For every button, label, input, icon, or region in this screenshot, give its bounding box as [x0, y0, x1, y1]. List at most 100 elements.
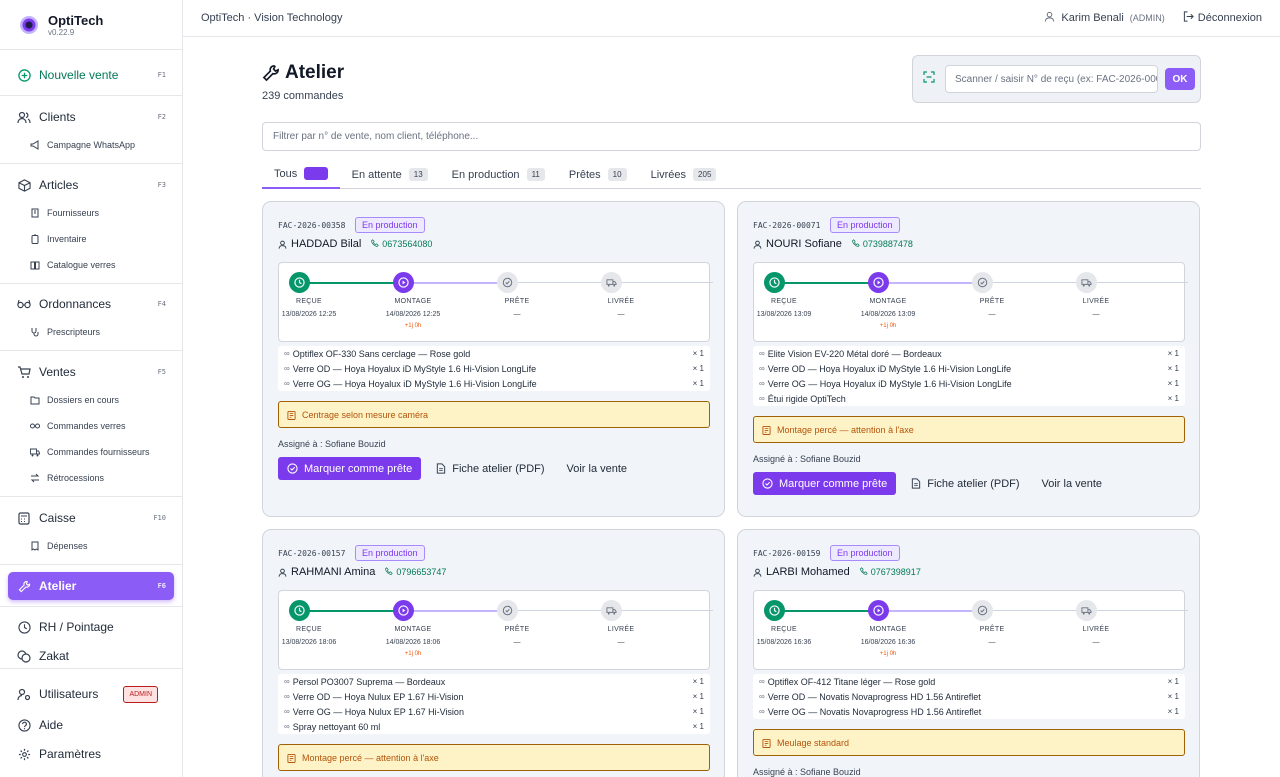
user-role: (ADMIN) — [1129, 13, 1165, 23]
item-qty: × 1 — [692, 692, 704, 701]
sidebar-item-ventes[interactable]: Ventes F5 — [8, 358, 174, 386]
timeline-step-2 — [868, 600, 889, 621]
sidebar-subitem-inventaire[interactable]: Inventaire — [30, 228, 87, 250]
workshop-pdf-button[interactable]: Fiche atelier (PDF) — [911, 478, 1020, 490]
timeline-step-3 — [497, 600, 518, 621]
user-icon — [753, 568, 762, 577]
timeline-line-active — [888, 610, 982, 612]
shortcut-key: F4 — [157, 300, 166, 308]
items-list: ∞ Elite Vision EV-220 Métal doré — Bordea… — [753, 346, 1185, 406]
timeline-line-done — [309, 610, 403, 612]
timeline-line-active — [413, 282, 507, 284]
timeline-step-date: 13/08/2026 18:06 — [281, 639, 337, 646]
list-item: ∞ Verre OG — Hoya Nulux EP 1.67 Hi-Vision… — [284, 706, 704, 717]
item-qty: × 1 — [1167, 692, 1179, 701]
list-item: ∞ Verre OG — Hoya Hoyalux iD MyStyle 1.6 … — [284, 378, 704, 389]
workshop-note: Meulage standard — [753, 729, 1185, 756]
list-item: ∞ Elite Vision EV-220 Métal doré — Bordea… — [759, 348, 1179, 359]
timeline-step-label: LIVRÉE — [607, 298, 635, 305]
sidebar-item-users[interactable]: Utilisateurs ADMIN — [8, 680, 174, 708]
glasses-icon — [17, 297, 31, 311]
list-item: ∞ Verre OG — Novatis Novaprogress HD 1.56… — [759, 706, 1179, 717]
sidebar-item-aide[interactable]: Aide — [8, 711, 174, 739]
sidebar-item-label: Zakat — [39, 649, 70, 663]
tab-pretes[interactable]: Prêtes 10 — [557, 160, 639, 189]
glasses-icon: ∞ — [284, 722, 290, 731]
sidebar-item-label: Clients — [39, 110, 76, 124]
items-list: ∞ Optiflex OF-412 Titane léger — Rose gol… — [753, 674, 1185, 719]
sidebar-item-clients[interactable]: Clients F2 — [8, 103, 174, 131]
timeline-step-date: 14/08/2026 18:06 — [385, 639, 441, 646]
progress-timeline: REÇUE 13/08/2026 12:25 MONTAGE 14/08/2026 1… — [278, 262, 713, 342]
view-sale-link[interactable]: Voir la vente — [567, 463, 628, 475]
client-phone[interactable]: 0673564080 — [371, 239, 432, 249]
play-icon — [873, 605, 884, 616]
timeline-step-date: — — [988, 639, 996, 646]
timeline-delay: +1j 0h — [404, 323, 422, 329]
timeline-step-date: — — [988, 311, 996, 318]
client-phone[interactable]: 0767398917 — [859, 567, 921, 577]
sidebar-item-ordonnances[interactable]: Ordonnances F4 — [8, 290, 174, 318]
sidebar-item-zakat[interactable]: Zakat — [8, 642, 174, 670]
glasses-icon: ∞ — [284, 349, 290, 358]
list-item: ∞ Verre OD — Hoya Hoyalux iD MyStyle 1.6 … — [759, 363, 1179, 374]
sidebar-subitem-retrocessions[interactable]: Rétrocessions — [30, 467, 104, 489]
sidebar-item-new-sale[interactable]: Nouvelle vente F1 — [8, 61, 174, 89]
timeline-delay: +1j 0h — [879, 323, 897, 329]
sidebar-subitem-whatsapp[interactable]: Campagne WhatsApp — [30, 134, 135, 156]
sidebar-item-parametres[interactable]: Paramètres — [8, 740, 174, 768]
cart-icon — [17, 365, 31, 379]
scan-ok-button[interactable]: OK — [1165, 68, 1195, 90]
glasses-icon: ∞ — [284, 379, 290, 388]
timeline-step-2 — [868, 272, 889, 293]
sidebar-subitem-prescripteurs[interactable]: Prescripteurs — [30, 321, 100, 343]
logout-icon — [1183, 11, 1194, 25]
sidebar-item-label: Utilisateurs — [39, 687, 99, 701]
megaphone-icon — [30, 140, 40, 150]
glasses-icon: ∞ — [759, 677, 765, 686]
sidebar-item-caisse[interactable]: Caisse F10 — [8, 504, 174, 532]
mark-ready-button[interactable]: Marquer comme prête — [753, 472, 897, 495]
sidebar-subitem-commandes-fournisseurs[interactable]: Commandes fournisseurs — [30, 441, 150, 463]
sidebar-subitem-depenses[interactable]: Dépenses — [30, 535, 88, 557]
sidebar-item-articles[interactable]: Articles F3 — [8, 171, 174, 199]
order-card: FAC-2026-00157 En production RAHMANI Amina… — [262, 529, 725, 777]
page-subtitle: 239 commandes — [262, 90, 344, 102]
timeline-step-date: — — [617, 311, 625, 318]
workshop-pdf-button[interactable]: Fiche atelier (PDF) — [436, 463, 545, 475]
sidebar-subitem-commandes-verres[interactable]: Commandes verres — [30, 415, 126, 437]
timeline-step-date: 14/08/2026 12:25 — [385, 311, 441, 318]
filter-input[interactable]: Filtrer par n° de vente, nom client, tél… — [262, 122, 1201, 151]
mark-ready-button[interactable]: Marquer comme prête — [278, 457, 422, 480]
client-phone[interactable]: 0796653747 — [385, 567, 446, 577]
view-sale-link[interactable]: Voir la vente — [1042, 478, 1103, 490]
timeline-step-2 — [393, 600, 414, 621]
tab-livrees[interactable]: Livrées 205 — [639, 160, 729, 189]
timeline-step-date: — — [1092, 311, 1100, 318]
logout-button[interactable]: Déconnexion — [1183, 11, 1262, 25]
order-card: FAC-2026-00159 En production LARBI Mohamed… — [737, 529, 1200, 777]
list-item: ∞ Verre OG — Hoya Hoyalux iD MyStyle 1.6 … — [759, 378, 1179, 389]
clock-icon — [294, 605, 305, 616]
client-phone[interactable]: 0739887478 — [851, 239, 913, 249]
clock-icon — [769, 277, 780, 288]
status-badge: En production — [830, 545, 900, 561]
workshop-note: Montage percé — attention à l'axe — [753, 416, 1185, 443]
timeline-step-date: — — [617, 639, 625, 646]
item-qty: × 1 — [692, 349, 704, 358]
scan-input[interactable]: Scanner / saisir N° de reçu (ex: FAC-202… — [945, 65, 1158, 93]
timeline-line-active — [413, 610, 507, 612]
tab-tous[interactable]: Tous 239 — [262, 160, 340, 189]
sidebar-subitem-dossiers[interactable]: Dossiers en cours — [30, 389, 119, 411]
sidebar-item-atelier[interactable]: Atelier F6 — [8, 572, 174, 600]
timeline-step-label: PRÊTE — [504, 298, 530, 305]
sidebar-subitem-catalogue[interactable]: Catalogue verres — [30, 254, 116, 276]
sidebar-item-rh[interactable]: RH / Pointage — [8, 613, 174, 641]
timeline-step-date: 16/08/2026 16:36 — [860, 639, 916, 646]
clipboard-icon — [30, 234, 40, 244]
sidebar-subitem-fournisseurs[interactable]: Fournisseurs — [30, 202, 99, 224]
shortcut-key: F6 — [157, 582, 166, 590]
check-circle-icon — [502, 277, 513, 288]
tab-en-production[interactable]: En production 11 — [440, 160, 557, 189]
tab-en-attente[interactable]: En attente 13 — [340, 160, 440, 189]
